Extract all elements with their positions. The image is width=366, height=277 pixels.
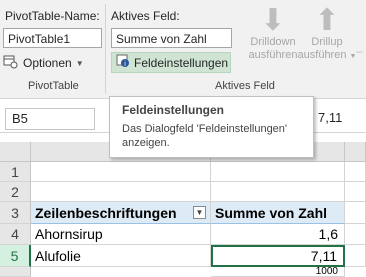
- row-header[interactable]: 1: [0, 162, 31, 182]
- cell[interactable]: [345, 162, 366, 182]
- drillup-label-2: ausführen: [297, 49, 347, 61]
- pivot-row-label[interactable]: Ahornsirup: [31, 224, 211, 245]
- row-header[interactable]: 3: [0, 202, 31, 224]
- pivot-row-label[interactable]: Alufolie: [31, 245, 211, 267]
- pivottable-name-label: PivotTable-Name:: [5, 9, 100, 23]
- drilldown-button[interactable]: ⬇ Drilldown ausführen: [248, 6, 298, 62]
- cell[interactable]: [345, 224, 366, 245]
- field-settings-tooltip: Feldeinstellungen Das Dialogfeld 'Feldei…: [109, 96, 314, 158]
- field-settings-button[interactable]: i Feldeinstellungen: [111, 52, 231, 73]
- tooltip-description: Das Dialogfeld 'Feldeinstellungen' anzei…: [122, 123, 288, 149]
- drillup-label-2-row: ausführen ▼: [296, 49, 358, 63]
- row-header[interactable]: 4: [0, 224, 31, 245]
- column-header-c[interactable]: [345, 142, 366, 162]
- active-field-label: Aktives Feld:: [111, 9, 180, 23]
- options-button[interactable]: Optionen ▼: [3, 53, 84, 73]
- pivot-row-labels-header[interactable]: Zeilenbeschriftungen ▼: [31, 202, 211, 224]
- cell[interactable]: [345, 245, 366, 267]
- tooltip-title: Feldeinstellungen: [122, 103, 225, 117]
- cell[interactable]: [31, 182, 211, 202]
- cell[interactable]: [31, 162, 211, 182]
- active-field-input[interactable]: Summe von Zahl: [111, 28, 232, 48]
- options-icon: [3, 55, 19, 72]
- row-header[interactable]: 2: [0, 182, 31, 202]
- drillup-button[interactable]: ⬆ Drillup ausführen ▼: [296, 6, 358, 63]
- select-all-corner[interactable]: [0, 142, 31, 162]
- drilldown-label-1: Drilldown: [250, 36, 296, 48]
- active-field-group-title: Aktives Feld: [215, 80, 275, 92]
- cell[interactable]: [345, 182, 366, 202]
- field-settings-label: Feldeinstellungen: [134, 55, 229, 70]
- row-header[interactable]: [0, 267, 31, 277]
- arrow-down-icon: ⬇: [260, 4, 286, 37]
- pivot-row-labels-text: Zeilenbeschriftungen: [35, 204, 177, 221]
- field-settings-icon: i: [116, 54, 130, 71]
- pivottable-group-title: PivotTable: [28, 80, 79, 92]
- filter-dropdown-icon[interactable]: ▼: [193, 206, 206, 219]
- worksheet-grid[interactable]: 1 2 3 4 5 Zeilenbeschriftungen ▼ Summe v…: [0, 142, 366, 277]
- name-box[interactable]: B5: [5, 108, 95, 130]
- selected-cell[interactable]: 7,11: [211, 245, 345, 267]
- pivot-value-header[interactable]: Summe von Zahl: [211, 202, 345, 224]
- cell[interactable]: [211, 162, 345, 182]
- arrow-up-icon: ⬆: [314, 4, 340, 37]
- pivot-row-value-partial[interactable]: 1000: [211, 267, 345, 277]
- cell[interactable]: [345, 202, 366, 224]
- row-header-active[interactable]: 5: [0, 245, 31, 267]
- pivot-row-value[interactable]: 1,6: [211, 224, 345, 245]
- cell[interactable]: [211, 182, 345, 202]
- more-icon[interactable]: –: [356, 44, 363, 58]
- drillup-label-1: Drillup: [311, 36, 343, 48]
- formula-bar-input[interactable]: 7,11: [318, 110, 342, 125]
- chevron-down-icon: ▼: [75, 58, 84, 68]
- options-button-label: Optionen: [23, 56, 72, 70]
- pivottable-name-input[interactable]: PivotTable1: [3, 28, 102, 48]
- ribbon: PivotTable-Name: PivotTable1 Optionen ▼ …: [0, 0, 366, 99]
- group-separator: [105, 4, 106, 94]
- drilldown-label-2: ausführen: [248, 49, 298, 61]
